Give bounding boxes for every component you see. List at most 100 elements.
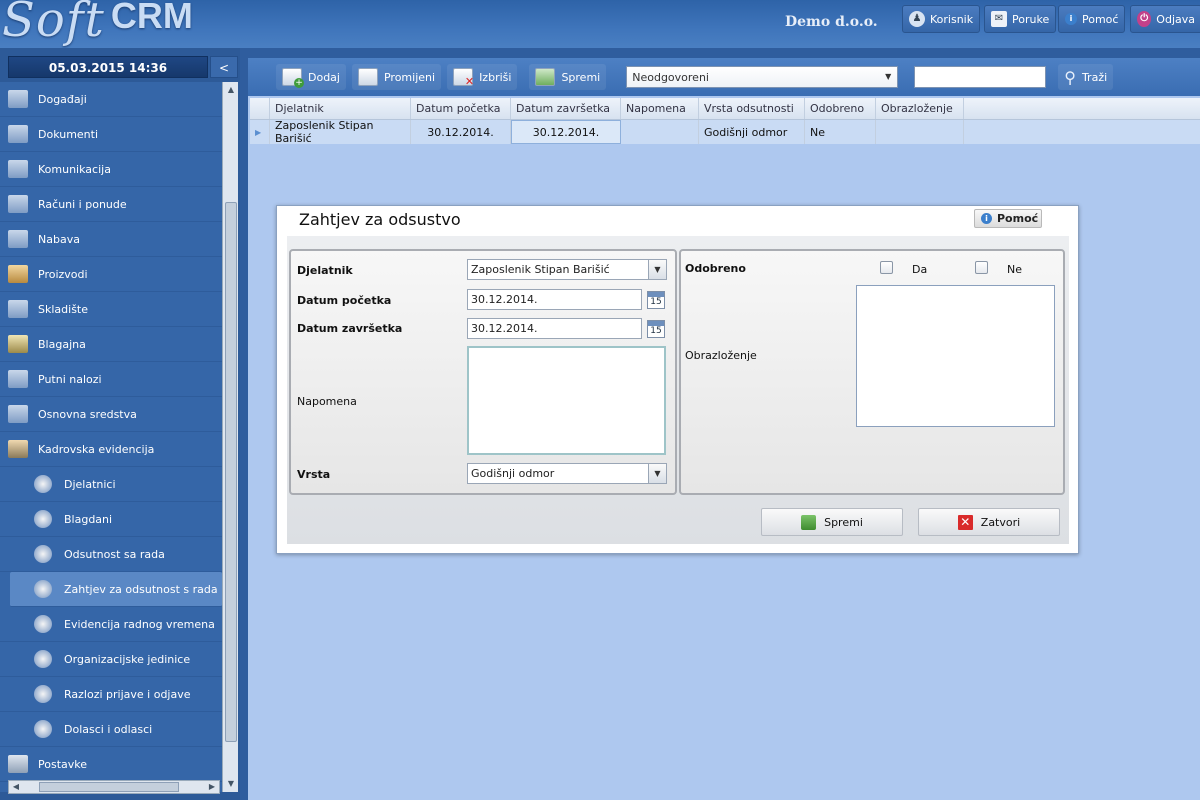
column-header[interactable]: Vrsta odsutnosti [699,98,805,119]
sidebar-item-label: Proizvodi [38,267,88,281]
column-header[interactable]: Napomena [621,98,699,119]
info-icon: i [1065,13,1077,25]
column-header[interactable]: Datum početka [411,98,511,119]
hscroll-thumb[interactable] [39,782,179,792]
chevron-down-icon: ▼ [648,260,666,279]
column-header[interactable]: Obrazloženje [876,98,964,119]
add-button-label: Dodaj [308,70,340,84]
sidebar-vertical-scrollbar[interactable]: ▲ ▼ [222,82,238,792]
sidebar-subitem-djelatnici[interactable]: Djelatnici [0,467,222,502]
info-icon: i [981,213,992,224]
scroll-left-arrow-icon[interactable]: ◀ [9,781,23,793]
table-cell[interactable]: Ne [805,120,876,144]
help-button[interactable]: i Pomoć [1058,5,1126,33]
sidebar-item-nabava[interactable]: Nabava [0,222,222,257]
sidebar-item-putni-nalozi[interactable]: Putni nalozi [0,362,222,397]
save-toolbar-button[interactable]: Spremi [529,64,607,90]
add-button[interactable]: + Dodaj [276,64,346,90]
type-label: Vrsta [297,468,331,481]
sidebar-item-komunikacija[interactable]: Komunikacija [0,152,222,187]
start-date-field[interactable]: 30.12.2014. [467,289,642,310]
sidebar-subitem-odsutnost[interactable]: Odsutnost sa rada [0,537,222,572]
search-icon: ⚲ [1064,67,1076,87]
travel-icon [8,370,28,388]
sidebar-item-label: Skladište [38,302,88,316]
employee-label: Djelatnik [297,264,353,277]
approved-no-label: Ne [1007,263,1022,276]
sidebar-item-label: Kadrovska evidencija [38,442,155,456]
messages-button[interactable]: ✉ Poruke [984,5,1057,33]
row-indicator-header [250,98,270,119]
approved-yes-checkbox[interactable] [880,261,893,274]
reason-textarea[interactable] [856,285,1055,427]
row-pointer-icon: ▶ [250,120,270,144]
sidebar-subitem-dolasci[interactable]: Dolasci i odlasci [0,712,222,747]
search-button[interactable]: ⚲ Traži [1058,64,1114,90]
sidebar-item-kadrovska[interactable]: Kadrovska evidencija [0,432,222,467]
sidebar-item-racuni[interactable]: Računi i ponude [0,187,222,222]
warehouse-icon [8,300,28,318]
table-cell[interactable]: 30.12.2014. [411,120,511,144]
table-cell[interactable]: Zaposlenik Stipan Barišić [270,119,411,145]
collapse-sidebar-button[interactable]: < [210,56,238,78]
absence-type-value: Godišnji odmor [471,467,555,480]
sidebar-subitem-zahtjev[interactable]: Zahtjev za odsutnost s rada [10,572,222,607]
sidebar-item-label: Dokumenti [38,127,99,141]
note-label: Napomena [297,395,357,408]
user-button[interactable]: ♟ Korisnik [902,5,981,33]
dialog-save-button[interactable]: Spremi [761,508,903,536]
scroll-right-arrow-icon[interactable]: ▶ [205,781,219,793]
column-header[interactable]: Odobreno [805,98,876,119]
sidebar: 05.03.2015 14:36 < Događaji Dokumenti Ko… [0,48,240,800]
search-input[interactable] [914,66,1047,88]
table-header: Djelatnik Datum početka Datum završetka … [250,98,1200,120]
logout-button[interactable]: ⏻ Odjava [1130,5,1200,33]
column-header[interactable]: Datum završetka [511,98,621,119]
sidebar-item-proizvodi[interactable]: Proizvodi [0,257,222,292]
table-cell[interactable] [876,120,964,144]
delete-button[interactable]: ✕ Izbriši [447,64,518,90]
employee-select[interactable]: Zaposlenik Stipan Barišić ▼ [467,259,667,280]
close-icon: ✕ [957,514,973,530]
request-details-panel: Djelatnik Zaposlenik Stipan Barišić ▼ Da… [289,249,677,495]
sidebar-item-osnovna-sredstva[interactable]: Osnovna sredstva [0,397,222,432]
scroll-thumb[interactable] [225,202,237,742]
request-icon [34,580,52,598]
table-cell[interactable] [621,120,699,144]
table-cell[interactable]: Godišnji odmor [699,120,805,144]
sidebar-subitem-blagdani[interactable]: Blagdani [0,502,222,537]
absence-type-select[interactable]: Godišnji odmor ▼ [467,463,667,484]
sidebar-subitem-evidencija[interactable]: Evidencija radnog vremena [0,607,222,642]
people-icon [8,440,28,458]
sidebar-item-blagajna[interactable]: Blagajna [0,327,222,362]
user-icon: ♟ [909,11,925,27]
dialog-save-label: Spremi [824,515,863,529]
dialog-close-button[interactable]: ✕ Zatvori [918,508,1060,536]
products-icon [8,265,28,283]
calendar-icon[interactable]: 15 [647,291,665,309]
calendar-icon[interactable]: 15 [647,320,665,338]
sidebar-item-dogadaji[interactable]: Događaji [0,82,222,117]
sidebar-subitem-org-jedinice[interactable]: Organizacijske jedinice [0,642,222,677]
column-header[interactable]: Djelatnik [270,98,411,119]
status-filter-select[interactable]: Neodgovoreni ▼ [626,66,899,88]
toolbar: + Dodaj Promijeni ✕ Izbriši Spremi Neodg… [248,58,1200,96]
sidebar-item-dokumenti[interactable]: Dokumenti [0,117,222,152]
approved-no-checkbox[interactable] [975,261,988,274]
sidebar-item-label: Osnovna sredstva [38,407,137,421]
sidebar-subitem-razlozi[interactable]: Razlozi prijave i odjave [0,677,222,712]
sidebar-horizontal-scrollbar[interactable]: ◀ ▶ [8,780,220,794]
table-cell[interactable]: 30.12.2014. [511,120,621,144]
sidebar-item-postavke[interactable]: Postavke [0,747,222,782]
note-textarea[interactable] [467,346,666,455]
documents-icon [8,125,28,143]
end-date-field[interactable]: 30.12.2014. [467,318,642,339]
dialog-help-button[interactable]: i Pomoć [974,209,1042,228]
table-row[interactable]: ▶ Zaposlenik Stipan Barišić 30.12.2014. … [250,119,1200,145]
scroll-up-arrow-icon[interactable]: ▲ [223,82,239,98]
scroll-down-arrow-icon[interactable]: ▼ [223,776,239,792]
sidebar-item-skladiste[interactable]: Skladište [0,292,222,327]
edit-button[interactable]: Promijeni [351,64,442,90]
start-date-label: Datum početka [297,294,392,307]
chevron-down-icon: ▼ [648,464,666,483]
